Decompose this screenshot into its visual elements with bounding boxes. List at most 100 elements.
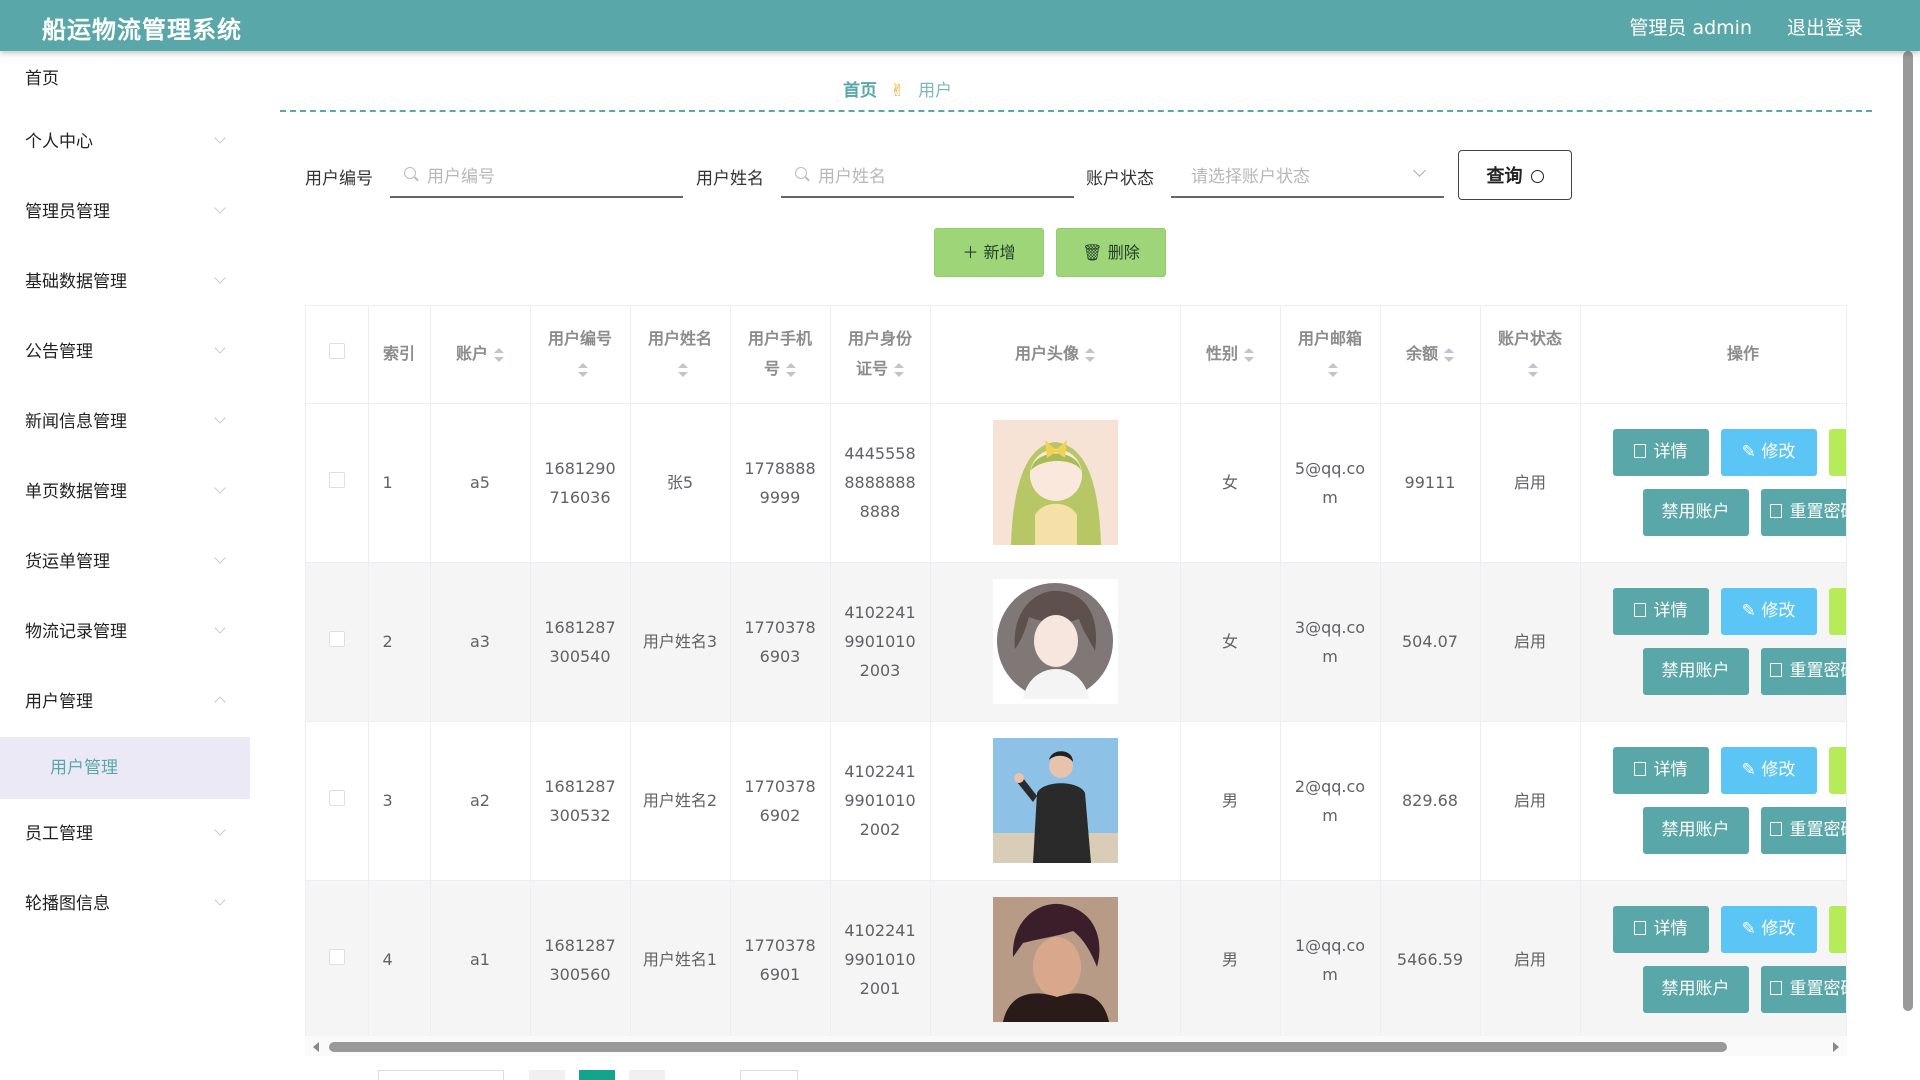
col-gender[interactable]: 性别 xyxy=(1180,306,1281,404)
sidebar-item-waybill[interactable]: 货运单管理 xyxy=(0,527,250,597)
avatar[interactable] xyxy=(992,420,1118,545)
select-all-cell xyxy=(306,306,369,404)
sort-icon[interactable] xyxy=(578,362,588,377)
sidebar-item-basic-data[interactable]: 基础数据管理 xyxy=(0,247,250,317)
sort-icon[interactable] xyxy=(678,362,688,377)
page-current-button[interactable] xyxy=(579,1070,615,1080)
sidebar-item-user-management[interactable]: 用户管理 xyxy=(0,667,250,737)
sort-icon[interactable] xyxy=(494,347,504,362)
cell-id-card: 410224199010102001 xyxy=(830,880,931,1040)
sidebar-item-logistics-records[interactable]: 物流记录管理 xyxy=(0,597,250,667)
sidebar: 首页 个人中心 管理员管理 基础数据管理 公告管理 新闻信息管理 单页数据管理 … xyxy=(0,51,250,1080)
user-no-input[interactable]: 用户编号 xyxy=(390,150,683,198)
row-checkbox[interactable] xyxy=(328,472,345,488)
reset-password-button[interactable]: 重置密码 xyxy=(1760,647,1846,695)
add-button[interactable]: ＋ 新增 xyxy=(934,228,1044,277)
sidebar-item-news[interactable]: 新闻信息管理 xyxy=(0,387,250,457)
col-account[interactable]: 账户 xyxy=(430,306,531,404)
sidebar-item-admin-management[interactable]: 管理员管理 xyxy=(0,177,250,247)
col-user-name[interactable]: 用户姓名 xyxy=(630,306,731,404)
sidebar-item-personal-center[interactable]: 个人中心 xyxy=(0,107,250,177)
detail-button[interactable]: 详情 xyxy=(1612,587,1709,635)
avatar[interactable] xyxy=(992,897,1118,1022)
col-ops: 操作 xyxy=(1580,306,1846,404)
sort-icon[interactable] xyxy=(1328,362,1338,377)
query-button[interactable]: 查询 xyxy=(1458,150,1572,200)
disable-label: 禁用账户 xyxy=(1661,819,1730,840)
horizontal-scrollbar[interactable] xyxy=(305,1036,1847,1056)
sort-icon[interactable] xyxy=(894,362,904,377)
breadcrumb-home[interactable]: 首页 xyxy=(843,81,877,101)
chevron-down-icon xyxy=(214,552,226,564)
sort-icon[interactable] xyxy=(1528,362,1538,377)
divider xyxy=(280,110,1872,112)
edit-button[interactable]: ✎ 修改 xyxy=(1720,428,1817,476)
col-avatar[interactable]: 用户头像 xyxy=(930,306,1181,404)
avatar[interactable] xyxy=(992,738,1118,863)
chevron-down-icon xyxy=(1413,164,1426,177)
edit-button[interactable]: ✎ 修改 xyxy=(1720,746,1817,794)
col-gender-label: 性别 xyxy=(1205,344,1238,364)
detail-button[interactable]: 详情 xyxy=(1612,428,1709,476)
page-size-select[interactable] xyxy=(378,1070,504,1080)
cell-avatar xyxy=(930,721,1181,881)
status-select[interactable]: 请选择账户状态 xyxy=(1171,150,1444,198)
disable-account-button[interactable]: 禁用账户 xyxy=(1642,488,1749,536)
page-next-button[interactable] xyxy=(629,1070,665,1080)
more-button[interactable] xyxy=(1828,428,1846,476)
disable-account-button[interactable]: 禁用账户 xyxy=(1642,806,1749,854)
more-button[interactable] xyxy=(1828,587,1846,635)
detail-button[interactable]: 详情 xyxy=(1612,746,1709,794)
col-email[interactable]: 用户邮箱 xyxy=(1280,306,1381,404)
col-phone[interactable]: 用户手机号 xyxy=(730,306,831,404)
page-prev-button[interactable] xyxy=(529,1070,565,1080)
disable-account-button[interactable]: 禁用账户 xyxy=(1642,647,1749,695)
row-checkbox[interactable] xyxy=(328,790,345,806)
edit-label: 修改 xyxy=(1761,600,1796,621)
table-header: 索引 账户 用户编号 用户姓名 用户手机号 用户身份证号 用户头像 性别 用户邮… xyxy=(306,306,1846,404)
avatar[interactable] xyxy=(992,579,1118,704)
col-avatar-label: 用户头像 xyxy=(1014,344,1079,364)
sort-icon[interactable] xyxy=(1244,347,1254,362)
logout-link[interactable]: 退出登录 xyxy=(1787,13,1863,40)
sort-icon[interactable] xyxy=(1085,347,1095,362)
col-user-no[interactable]: 用户编号 xyxy=(530,306,631,404)
cell-id-card: 410224199010102003 xyxy=(830,562,931,722)
reset-password-button[interactable]: 重置密码 xyxy=(1760,806,1846,854)
scroll-right-icon[interactable] xyxy=(1833,1042,1839,1052)
scroll-left-icon[interactable] xyxy=(313,1042,319,1052)
vertical-scrollbar[interactable] xyxy=(1903,51,1913,1011)
sidebar-item-home[interactable]: 首页 xyxy=(0,51,250,107)
sidebar-item-announcements[interactable]: 公告管理 xyxy=(0,317,250,387)
scrollbar-thumb[interactable] xyxy=(329,1042,1727,1052)
chevron-down-icon xyxy=(214,824,226,836)
cell-index: 4 xyxy=(368,880,431,1040)
sort-icon[interactable] xyxy=(1444,347,1454,362)
page-jump-input[interactable] xyxy=(740,1070,798,1080)
cell-user-no: 1681287300560 xyxy=(530,880,631,1040)
select-all-checkbox[interactable] xyxy=(328,343,345,360)
sidebar-item-single-page[interactable]: 单页数据管理 xyxy=(0,457,250,527)
more-button[interactable] xyxy=(1828,905,1846,953)
col-balance[interactable]: 余额 xyxy=(1380,306,1481,404)
user-name-input[interactable]: 用户姓名 xyxy=(781,150,1074,198)
sidebar-item-staff-management[interactable]: 员工管理 xyxy=(0,799,250,869)
detail-button[interactable]: 详情 xyxy=(1612,905,1709,953)
row-checkbox[interactable] xyxy=(328,949,345,965)
col-status[interactable]: 账户状态 xyxy=(1480,306,1581,404)
reset-password-button[interactable]: 重置密码 xyxy=(1760,488,1846,536)
more-button[interactable] xyxy=(1828,746,1846,794)
row-checkbox-cell xyxy=(306,562,369,722)
reset-password-button[interactable]: 重置密码 xyxy=(1760,965,1846,1013)
edit-button[interactable]: ✎ 修改 xyxy=(1720,587,1817,635)
sort-icon[interactable] xyxy=(786,362,796,377)
col-id-card[interactable]: 用户身份证号 xyxy=(830,306,931,404)
disable-account-button[interactable]: 禁用账户 xyxy=(1642,965,1749,1013)
sidebar-subitem-user-management[interactable]: 用户管理 xyxy=(0,737,250,799)
row-checkbox[interactable] xyxy=(328,631,345,647)
cell-gender: 男 xyxy=(1180,721,1281,881)
edit-button[interactable]: ✎ 修改 xyxy=(1720,905,1817,953)
breadcrumb: 首页 ✌ 用户 xyxy=(843,76,952,101)
delete-button[interactable]: 🗑 删除 xyxy=(1056,228,1166,277)
sidebar-item-carousel[interactable]: 轮播图信息 xyxy=(0,869,250,939)
